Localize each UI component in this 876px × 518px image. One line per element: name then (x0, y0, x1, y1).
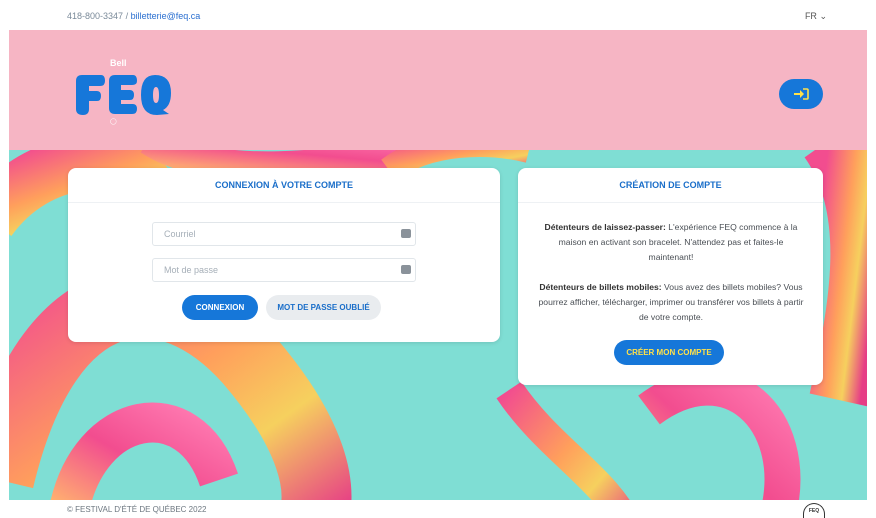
logo-sponsor: Bell (110, 58, 127, 68)
feq-logo[interactable] (73, 73, 173, 117)
login-card: CONNEXION À VOTRE COMPTE Courriel Mot de… (68, 168, 500, 342)
copyright-text: © FESTIVAL D'ÉTÉ DE QUÉBEC 2022 (67, 505, 207, 514)
sign-in-icon (794, 88, 809, 100)
pass-holders-text: Détenteurs de laissez-passer: L'expérien… (536, 220, 806, 265)
contact-separator: / (123, 11, 131, 21)
email-link[interactable]: billetterie@feq.ca (131, 11, 201, 21)
phone-link[interactable]: 418-800-3347 (67, 11, 123, 21)
forgot-password-button[interactable]: MOT DE PASSE OUBLIÉ (266, 295, 381, 320)
create-account-button[interactable]: CRÉER MON COMPTE (614, 340, 724, 365)
language-selector[interactable]: FR ⌄ (805, 11, 827, 22)
autofill-key-icon[interactable] (401, 265, 411, 274)
email-field[interactable]: Courriel (152, 222, 416, 246)
logo-badge-icon: ◯ (110, 119, 117, 125)
create-card-title: CRÉATION DE COMPTE (518, 168, 823, 203)
password-placeholder: Mot de passe (164, 265, 219, 275)
contact-info: 418-800-3347 / billetterie@feq.ca (67, 11, 200, 21)
mobile-holders-label: Détenteurs de billets mobiles: (539, 282, 662, 292)
password-field[interactable]: Mot de passe (152, 258, 416, 282)
page: 418-800-3347 / billetterie@feq.ca FR ⌄ B… (9, 0, 867, 518)
site-footer: © FESTIVAL D'ÉTÉ DE QUÉBEC 2022 FEQ (9, 500, 867, 518)
top-bar: 418-800-3347 / billetterie@feq.ca FR ⌄ (9, 0, 867, 30)
login-icon-button[interactable] (779, 79, 823, 109)
email-placeholder: Courriel (164, 229, 196, 239)
chevron-down-icon: ⌄ (819, 11, 827, 21)
login-card-title: CONNEXION À VOTRE COMPTE (68, 168, 500, 203)
create-account-card: CRÉATION DE COMPTE Détenteurs de laissez… (518, 168, 823, 385)
login-button[interactable]: CONNEXION (182, 295, 258, 320)
pass-holders-label: Détenteurs de laissez-passer: (544, 222, 666, 232)
mobile-holders-text: Détenteurs de billets mobiles: Vous avez… (536, 280, 806, 325)
language-label: FR (804, 11, 817, 21)
autofill-key-icon[interactable] (401, 229, 411, 238)
footer-logo: FEQ (803, 503, 825, 518)
